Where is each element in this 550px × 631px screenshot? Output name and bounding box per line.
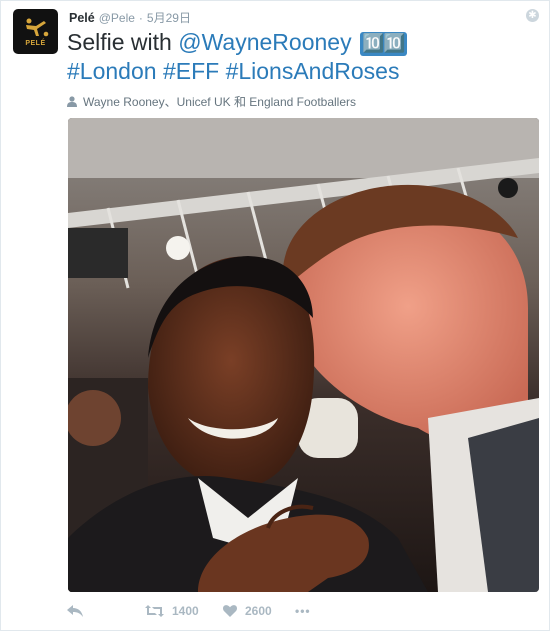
keycap-ten-emoji: 🔟🔟 bbox=[359, 32, 407, 56]
author-handle[interactable]: @Pele bbox=[99, 11, 135, 25]
reply-icon bbox=[67, 605, 83, 617]
author-name[interactable]: Pelé bbox=[69, 11, 95, 25]
tweet-card: PELÉ Pelé @Pele · 5月29日 ✱ Selfie with @W… bbox=[0, 0, 550, 631]
tweet-text-prefix: Selfie with bbox=[67, 29, 179, 55]
avatar-label: PELÉ bbox=[25, 39, 46, 47]
like-button[interactable]: 2600 bbox=[223, 604, 295, 618]
hashtag-lionsandroses[interactable]: #LionsAndRoses bbox=[226, 58, 400, 84]
tagged-text: Wayne Rooney、Unicef UK 和 England Footbal… bbox=[83, 95, 357, 109]
tagged-users[interactable]: Wayne Rooney、Unicef UK 和 England Footbal… bbox=[67, 93, 356, 110]
like-count: 2600 bbox=[245, 604, 272, 618]
retweet-count: 1400 bbox=[172, 604, 199, 618]
reply-button[interactable] bbox=[67, 605, 145, 617]
tweet-photo[interactable] bbox=[68, 118, 539, 592]
tweet-text: Selfie with @WayneRooney 🔟🔟 #London #EFF… bbox=[67, 28, 537, 86]
author-avatar[interactable]: PELÉ bbox=[13, 9, 58, 54]
tweet-header: Pelé @Pele · 5月29日 bbox=[69, 9, 191, 26]
retweet-icon bbox=[145, 605, 164, 617]
person-icon bbox=[67, 96, 77, 107]
more-button[interactable]: ••• bbox=[295, 604, 311, 618]
gear-icon[interactable]: ✱ bbox=[526, 9, 539, 22]
tweet-date[interactable]: 5月29日 bbox=[147, 9, 191, 26]
mention-link[interactable]: @WayneRooney bbox=[178, 29, 351, 55]
tweet-actions: 1400 2600 ••• bbox=[67, 601, 529, 621]
header-separator: · bbox=[138, 11, 143, 25]
selfie-image bbox=[68, 118, 539, 592]
heart-icon bbox=[223, 605, 237, 617]
retweet-button[interactable]: 1400 bbox=[145, 604, 223, 618]
hashtag-london[interactable]: #London bbox=[67, 58, 157, 84]
more-icon: ••• bbox=[295, 604, 311, 618]
kick-logo-icon bbox=[25, 18, 48, 36]
hashtag-eff[interactable]: #EFF bbox=[163, 58, 219, 84]
